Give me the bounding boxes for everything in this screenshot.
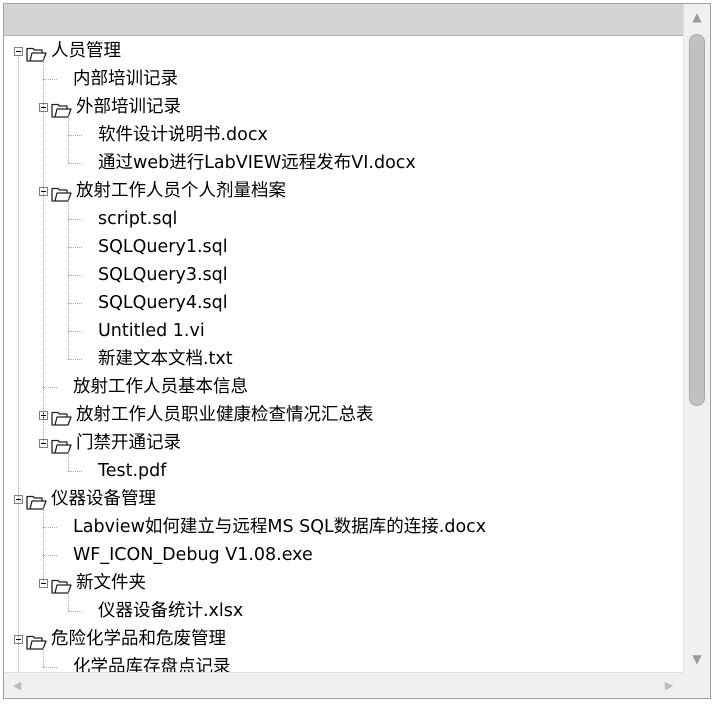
scrollbar-corner <box>683 672 710 698</box>
scroll-up-arrow-icon[interactable]: ▲ <box>684 4 710 30</box>
collapse-minus-icon[interactable] <box>14 47 23 56</box>
tree-view[interactable]: 人员管理内部培训记录 外部培训记录软件设计说明书.docx 通过web进行LabVI… <box>4 36 683 672</box>
tree-item[interactable]: 通过web进行LabVIEW远程发布VI.docx <box>4 149 683 177</box>
tree-item-label: 仪器设备管理 <box>51 489 156 509</box>
tree-connector-line <box>68 589 69 611</box>
tree-connector-line <box>43 645 44 667</box>
tree-item[interactable]: 新文件夹 <box>4 569 683 597</box>
scroll-right-arrow-icon[interactable]: ▶ <box>656 673 682 698</box>
tree-connector-line <box>68 247 82 248</box>
tree-item[interactable]: Untitled 1.vi <box>4 317 683 345</box>
tree-connector-line <box>68 275 82 276</box>
tree-item[interactable]: 软件设计说明书.docx <box>4 121 683 149</box>
tree-item[interactable]: 放射工作人员个人剂量档案 <box>4 177 683 205</box>
tree-connector-line <box>68 303 82 304</box>
tree-connector-line <box>18 57 19 672</box>
tree-connector-line <box>68 331 82 332</box>
tree-item-label: 放射工作人员职业健康检查情况汇总表 <box>76 405 374 425</box>
tree-connector-line <box>68 197 69 359</box>
tree-item-label: 软件设计说明书.docx <box>98 125 268 145</box>
tree-connector-line <box>68 359 82 360</box>
folder-open-icon <box>51 576 73 594</box>
tree-item[interactable]: 外部培训记录 <box>4 93 683 121</box>
folder-open-icon <box>51 100 73 118</box>
tree-connector-line <box>43 527 57 528</box>
tree-connector-line <box>68 471 82 472</box>
tree-connector-line <box>43 667 57 668</box>
tree-item[interactable]: SQLQuery4.sql <box>4 289 683 317</box>
tree-connector-line <box>68 135 82 136</box>
tree-item[interactable]: 危险化学品和危废管理 <box>4 625 683 653</box>
tree-item-label: script.sql <box>98 209 178 229</box>
tree-connector-line <box>68 449 69 471</box>
tree-item-label: 放射工作人员基本信息 <box>73 377 248 397</box>
tree-connector-line <box>68 113 69 163</box>
folder-open-icon <box>51 184 73 202</box>
tree-item[interactable]: 放射工作人员基本信息 <box>4 373 683 401</box>
horizontal-scrollbar[interactable]: ◀ ▶ <box>4 672 683 698</box>
vertical-scrollbar[interactable]: ▲ ▼ <box>683 4 710 672</box>
tree-item[interactable]: 放射工作人员职业健康检查情况汇总表 <box>4 401 683 429</box>
tree-item[interactable]: Labview如何建立与远程MS SQL数据库的连接.docx <box>4 513 683 541</box>
folder-open-icon <box>26 44 48 62</box>
tree-item[interactable]: Test.pdf <box>4 457 683 485</box>
tree-item[interactable]: 仪器设备统计.xlsx <box>4 597 683 625</box>
vertical-scroll-thumb[interactable] <box>689 34 705 406</box>
tree-connector-line <box>68 219 82 220</box>
tree-window: 人员管理内部培训记录 外部培训记录软件设计说明书.docx 通过web进行LabVI… <box>3 3 711 699</box>
tree-connector-line <box>43 555 57 556</box>
tree-item-label: SQLQuery4.sql <box>98 293 228 313</box>
scroll-down-arrow-icon[interactable]: ▼ <box>684 646 710 672</box>
tree-item-label: 化学品库存盘点记录 <box>73 657 231 672</box>
tree-item-label: 通过web进行LabVIEW远程发布VI.docx <box>98 153 416 173</box>
tree-item[interactable]: script.sql <box>4 205 683 233</box>
tree-item-label: 外部培训记录 <box>76 97 181 117</box>
tree-item-label: 人员管理 <box>51 41 121 61</box>
tree-item-label: Untitled 1.vi <box>98 321 205 341</box>
folder-open-icon <box>51 408 73 426</box>
tree-item-label: Test.pdf <box>98 461 167 481</box>
tree-connector-line <box>43 505 44 583</box>
tree-item-label: 放射工作人员个人剂量档案 <box>76 181 286 201</box>
tree-connector-line <box>43 57 44 443</box>
tree-item[interactable]: 门禁开通记录 <box>4 429 683 457</box>
tree-item-label: WF_ICON_Debug V1.08.exe <box>73 545 313 565</box>
folder-open-icon <box>51 436 73 454</box>
tree-item-label: SQLQuery3.sql <box>98 265 228 285</box>
tree-item-label: SQLQuery1.sql <box>98 237 228 257</box>
tree-item[interactable]: SQLQuery3.sql <box>4 261 683 289</box>
header-bar <box>4 4 683 36</box>
tree-item[interactable]: 内部培训记录 <box>4 65 683 93</box>
tree-item[interactable]: SQLQuery1.sql <box>4 233 683 261</box>
tree-item-label: 新文件夹 <box>76 573 146 593</box>
tree-item-label: 内部培训记录 <box>73 69 178 89</box>
tree-connector-line <box>43 79 57 80</box>
tree-item-label: 仪器设备统计.xlsx <box>98 601 244 621</box>
tree-item-label: 新建文本文档.txt <box>98 349 233 369</box>
tree-item[interactable]: WF_ICON_Debug V1.08.exe <box>4 541 683 569</box>
tree-item[interactable]: 化学品库存盘点记录 <box>4 653 683 672</box>
tree-connector-line <box>68 611 82 612</box>
scroll-left-arrow-icon[interactable]: ◀ <box>4 673 30 698</box>
tree-item[interactable]: 仪器设备管理 <box>4 485 683 513</box>
tree-item[interactable]: 新建文本文档.txt <box>4 345 683 373</box>
tree-item-label: Labview如何建立与远程MS SQL数据库的连接.docx <box>73 517 487 537</box>
tree-connector-line <box>43 387 57 388</box>
folder-open-icon <box>26 632 48 650</box>
tree-connector-line <box>68 163 82 164</box>
tree-item[interactable]: 人员管理 <box>4 37 683 65</box>
folder-open-icon <box>26 492 48 510</box>
tree-item-label: 危险化学品和危废管理 <box>51 629 226 649</box>
tree-item-label: 门禁开通记录 <box>76 433 181 453</box>
